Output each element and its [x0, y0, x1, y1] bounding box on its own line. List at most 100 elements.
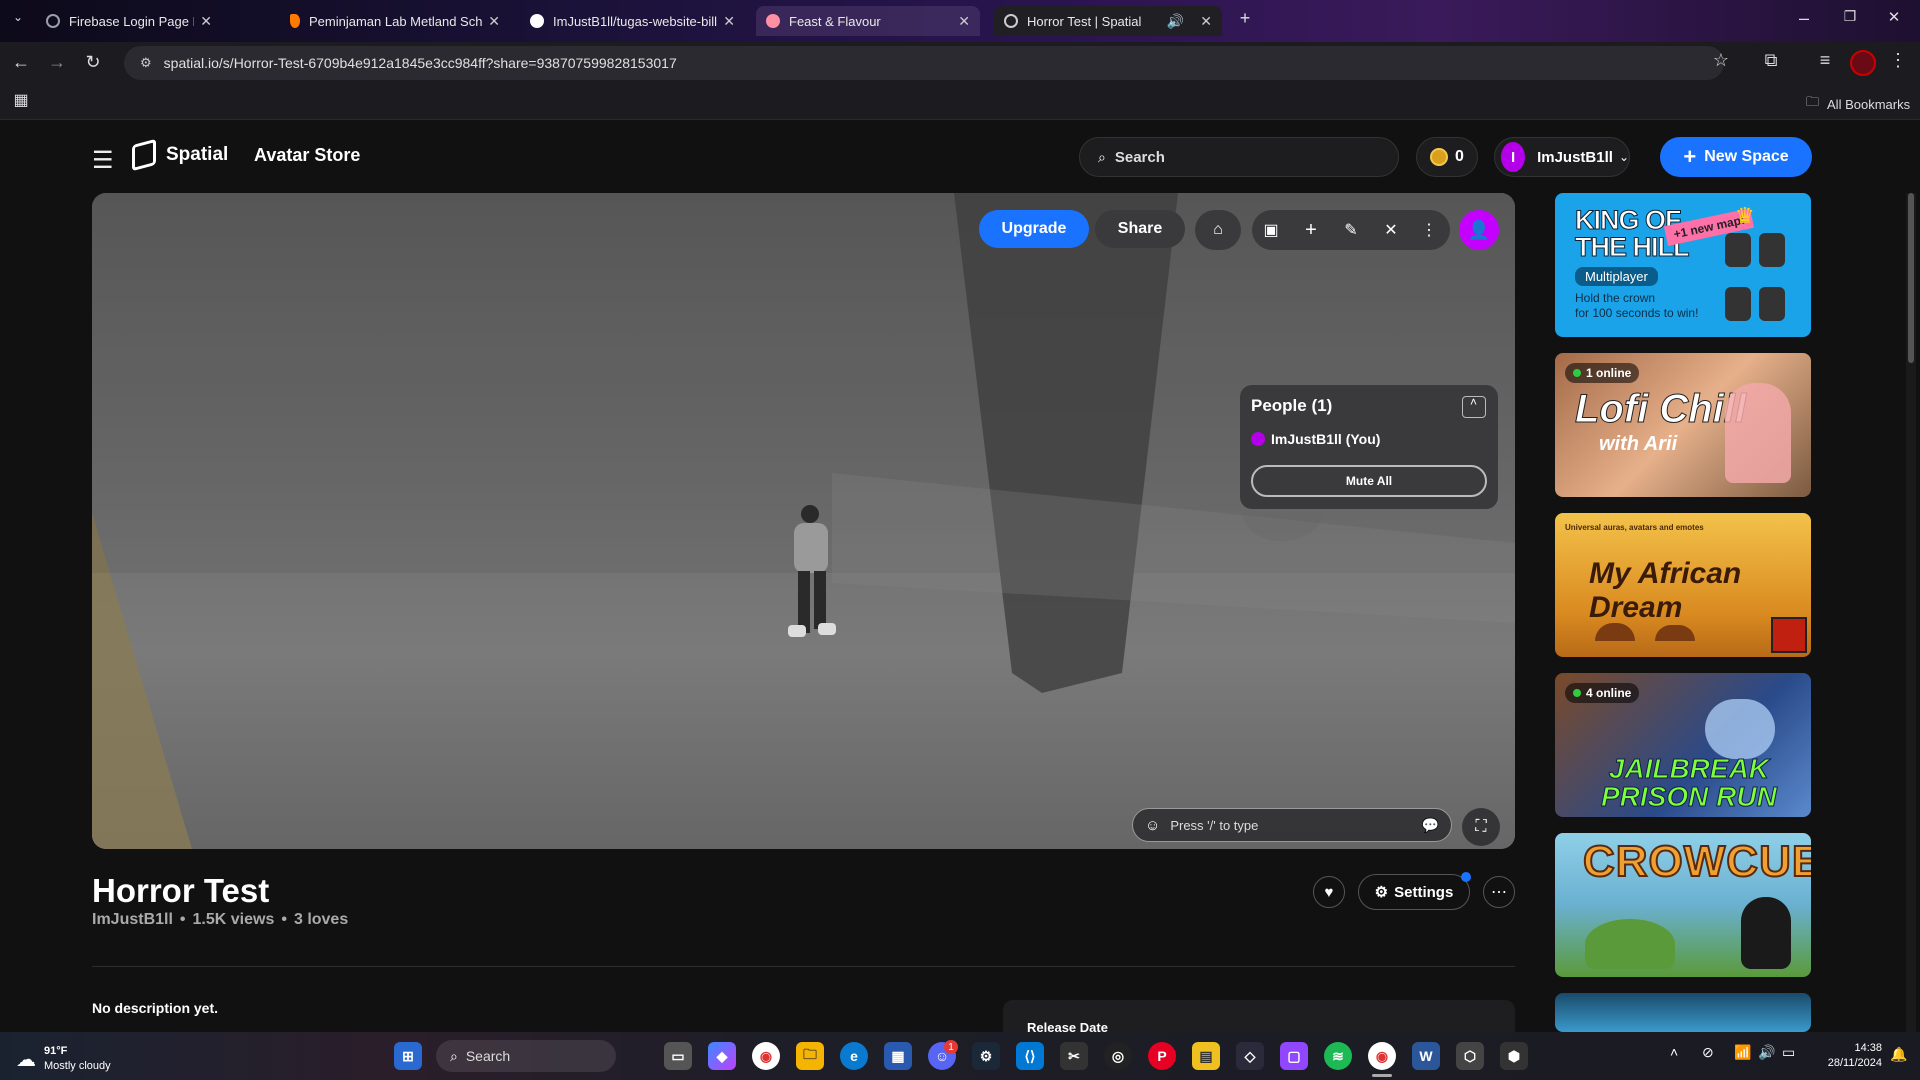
- word-icon[interactable]: W: [1412, 1042, 1440, 1070]
- taskbar-search[interactable]: ⌕ Search: [436, 1040, 616, 1072]
- all-bookmarks-link[interactable]: 🗀 All Bookmarks: [1806, 93, 1910, 115]
- fullscreen-button[interactable]: ⛶: [1462, 808, 1500, 846]
- tab-firebase-login[interactable]: Firebase Login Page Kotlin ✕: [36, 6, 222, 36]
- space-author[interactable]: ImJustB1ll: [92, 911, 173, 929]
- space-viewport[interactable]: Upgrade Share ⌂ ▣ + ✎ ✕ ⋮ 👤 ☺ Press '/' …: [92, 193, 1515, 849]
- pinterest-icon[interactable]: P: [1148, 1042, 1176, 1070]
- collapse-panel-button[interactable]: ˄: [1462, 395, 1486, 418]
- clock[interactable]: 14:38 28/11/2024: [1812, 1041, 1882, 1071]
- settings-button[interactable]: ⚙ Settings: [1358, 874, 1470, 910]
- card-title: My African Dream: [1589, 557, 1742, 624]
- profile-avatar[interactable]: [1850, 50, 1876, 76]
- close-icon[interactable]: ✕: [488, 13, 500, 30]
- tab-horror-test[interactable]: Horror Test | Spatial 🔊 ✕: [994, 6, 1222, 36]
- media-control-icon[interactable]: ≡: [1814, 50, 1836, 71]
- wifi-icon[interactable]: 📶: [1734, 1044, 1751, 1061]
- more-options-button[interactable]: ⋯: [1483, 876, 1515, 908]
- space-card-jailbreak-prison-run[interactable]: 4 online JAILBREAK PRISON RUN: [1555, 673, 1811, 817]
- restore-icon[interactable]: ❐: [1840, 8, 1860, 25]
- chrome-active-icon[interactable]: ◉: [1368, 1042, 1396, 1070]
- backpack-icon[interactable]: ▣: [1254, 213, 1288, 247]
- tab-feast-flavour[interactable]: Feast & Flavour ✕: [756, 6, 980, 36]
- user-menu[interactable]: I ImJustB1ll ⌄: [1494, 137, 1630, 177]
- people-toggle-button[interactable]: 👤: [1459, 210, 1499, 250]
- site-info-icon[interactable]: ⚙: [140, 55, 152, 71]
- file-explorer-icon[interactable]: 🗀: [796, 1042, 824, 1070]
- mute-all-button[interactable]: Mute All: [1251, 465, 1487, 497]
- upgrade-button[interactable]: Upgrade: [979, 210, 1089, 248]
- sticky-notes-icon[interactable]: ▤: [1192, 1042, 1220, 1070]
- battery-icon[interactable]: ▭: [1782, 1044, 1795, 1061]
- card-subtitle: with Arii: [1599, 433, 1678, 455]
- people-list-item[interactable]: ImJustB1ll (You): [1251, 431, 1380, 447]
- tab-search-chevron-icon[interactable]: ⌄: [8, 10, 28, 24]
- back-arrow-icon[interactable]: ←: [10, 52, 32, 73]
- close-icon[interactable]: ✕: [723, 13, 735, 30]
- coins-balance[interactable]: 0: [1416, 137, 1478, 177]
- spatial-logo[interactable]: Spatial: [132, 138, 228, 172]
- page-scrollbar[interactable]: [1906, 193, 1916, 1033]
- app-icon[interactable]: ⬡: [1456, 1042, 1484, 1070]
- edge-icon[interactable]: e: [840, 1042, 868, 1070]
- copilot-icon[interactable]: ◆: [708, 1042, 736, 1070]
- chevron-up-icon[interactable]: ˄: [1670, 1044, 1678, 1060]
- emoji-icon[interactable]: ☺: [1145, 817, 1160, 834]
- reload-icon[interactable]: ↻: [82, 52, 104, 73]
- chrome-icon[interactable]: ◉: [752, 1042, 780, 1070]
- chat-input[interactable]: ☺ Press '/' to type 💬: [1132, 808, 1452, 842]
- card-title-line: JAILBREAK: [1608, 753, 1770, 784]
- weather-widget[interactable]: ☁ 91°F Mostly cloudy: [16, 1044, 111, 1074]
- bookmark-star-icon[interactable]: ☆: [1710, 50, 1732, 71]
- space-card-crowcue[interactable]: CROWCUE: [1555, 833, 1811, 977]
- pencil-icon[interactable]: ✎: [1334, 213, 1368, 247]
- love-button[interactable]: ♥: [1313, 876, 1345, 908]
- volume-icon[interactable]: 🔊: [1758, 1044, 1775, 1061]
- capcut-icon[interactable]: ✂: [1060, 1042, 1088, 1070]
- settings-label: Settings: [1394, 883, 1454, 901]
- network-off-icon[interactable]: ⊘: [1702, 1044, 1714, 1061]
- close-icon[interactable]: ✕: [958, 13, 970, 30]
- chat-bubbles-icon[interactable]: 💬: [1422, 817, 1439, 834]
- app-icon[interactable]: ⬢: [1500, 1042, 1528, 1070]
- spotify-icon[interactable]: ≋: [1324, 1042, 1352, 1070]
- forward-arrow-icon[interactable]: →: [46, 52, 68, 73]
- close-icon[interactable]: ✕: [200, 13, 212, 30]
- steam-icon[interactable]: ⚙: [972, 1042, 1000, 1070]
- window-close-icon[interactable]: ✕: [1884, 8, 1904, 26]
- space-card-partial[interactable]: [1555, 993, 1811, 1032]
- vscode-icon[interactable]: ⟨⟩: [1016, 1042, 1044, 1070]
- store-icon[interactable]: ▦: [884, 1042, 912, 1070]
- url-input[interactable]: ⚙ spatial.io/s/Horror-Test-6709b4e912a18…: [124, 46, 1724, 80]
- more-vertical-icon[interactable]: ⋮: [1412, 213, 1446, 247]
- extensions-icon[interactable]: ⧉: [1760, 50, 1782, 71]
- new-tab-plus-icon[interactable]: +: [1234, 8, 1256, 29]
- mic-off-icon[interactable]: ✕: [1374, 213, 1408, 247]
- tab-peminjaman-lab[interactable]: Peminjaman Lab Metland Scho ✕: [280, 6, 510, 36]
- space-card-my-african-dream[interactable]: Universal auras, avatars and emotes My A…: [1555, 513, 1811, 657]
- scrollbar-thumb[interactable]: [1908, 193, 1914, 363]
- close-icon[interactable]: ✕: [1200, 13, 1212, 30]
- apps-grid-icon[interactable]: ▦: [10, 90, 32, 110]
- minimize-icon[interactable]: –: [1794, 8, 1814, 29]
- hamburger-menu-icon[interactable]: ☰: [92, 146, 114, 175]
- obs-icon[interactable]: ◎: [1104, 1042, 1132, 1070]
- username-label: ImJustB1ll: [1537, 148, 1613, 166]
- twitch-icon[interactable]: ▢: [1280, 1042, 1308, 1070]
- speaker-icon[interactable]: 🔊: [1167, 13, 1184, 30]
- tab-github-repo[interactable]: ImJustB1ll/tugas-website-billy: ✕: [520, 6, 745, 36]
- space-card-lofi-chill[interactable]: 1 online Lofi Chill with Arii: [1555, 353, 1811, 497]
- plus-icon[interactable]: +: [1294, 213, 1328, 247]
- card-subtitle-line: Hold the crown: [1575, 291, 1656, 305]
- windows-start-icon[interactable]: ⊞: [394, 1042, 422, 1070]
- share-button[interactable]: Share: [1095, 210, 1185, 248]
- notification-bell-icon[interactable]: 🔔: [1890, 1046, 1907, 1063]
- new-space-button[interactable]: + New Space: [1660, 137, 1812, 177]
- card-title: Lofi Chill: [1574, 387, 1747, 432]
- unity-icon[interactable]: ◇: [1236, 1042, 1264, 1070]
- chrome-menu-icon[interactable]: ⋮: [1888, 50, 1908, 71]
- task-view-icon[interactable]: ▭: [664, 1042, 692, 1070]
- store-button[interactable]: ⌂: [1195, 210, 1241, 250]
- search-input[interactable]: ⌕ Search: [1079, 137, 1399, 177]
- avatar-store-link[interactable]: Avatar Store: [254, 145, 360, 166]
- space-card-king-of-the-hill[interactable]: KING OF THE HILL +1 new map! Multiplayer…: [1555, 193, 1811, 337]
